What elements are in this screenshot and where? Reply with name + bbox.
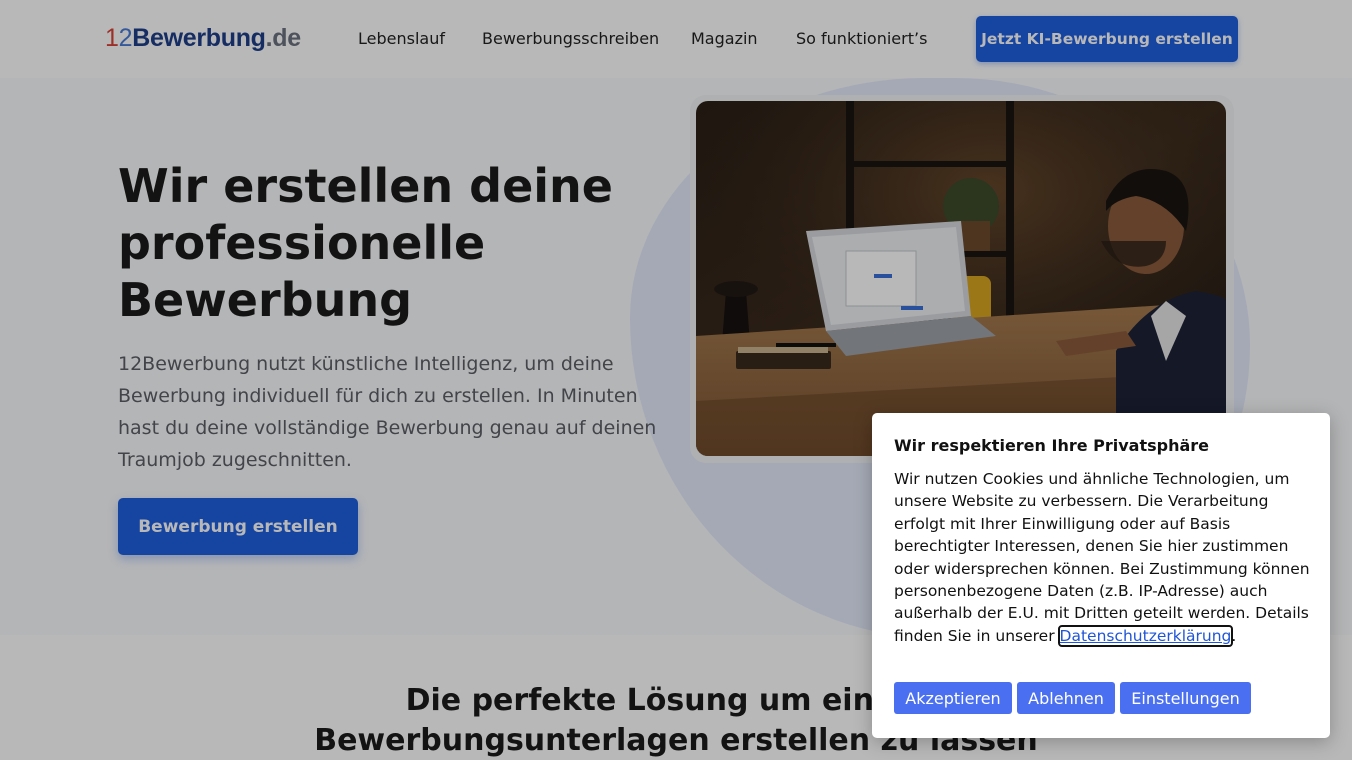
decline-cookies-button[interactable]: Ablehnen: [1017, 682, 1115, 714]
cookie-dialog-text: Wir nutzen Cookies und ähnliche Technolo…: [894, 468, 1312, 647]
accept-cookies-button[interactable]: Akzeptieren: [894, 682, 1012, 714]
cookie-dialog-body: Wir nutzen Cookies und ähnliche Technolo…: [894, 470, 1310, 645]
cookie-consent-dialog: Wir respektieren Ihre Privatsphäre Wir n…: [872, 413, 1330, 738]
cookie-settings-button[interactable]: Einstellungen: [1120, 682, 1251, 714]
privacy-policy-link[interactable]: Datenschutzerklärung: [1057, 624, 1234, 647]
cookie-dialog-title: Wir respektieren Ihre Privatsphäre: [894, 436, 1210, 455]
cookie-dialog-text-end: .: [1231, 626, 1237, 645]
